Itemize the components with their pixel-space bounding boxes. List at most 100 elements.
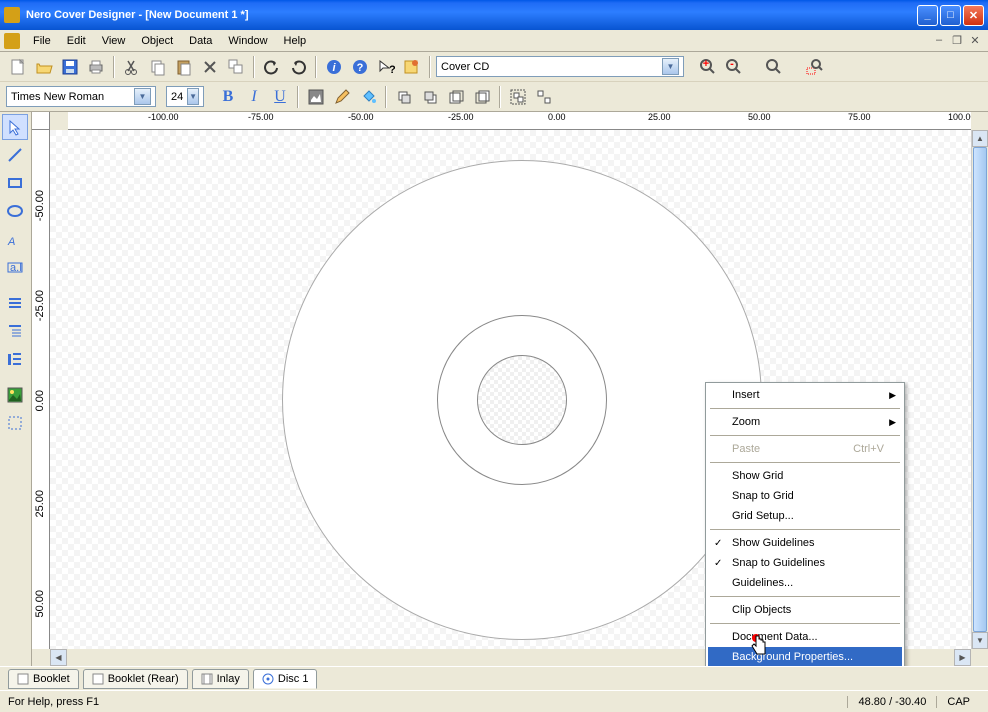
ruler-origin[interactable] xyxy=(32,112,50,130)
disc-center-hole xyxy=(477,355,567,445)
help-button[interactable]: ? xyxy=(348,55,372,79)
vertical-ruler[interactable]: -50.00 -25.00 0.00 25.00 50.00 xyxy=(32,130,50,649)
menu-edit[interactable]: Edit xyxy=(60,32,93,50)
disc-icon xyxy=(262,673,274,685)
directory-tool[interactable] xyxy=(2,318,28,344)
italic-button[interactable]: I xyxy=(242,85,266,109)
zoom-out-button[interactable]: - xyxy=(722,55,746,79)
dropdown-arrow-icon[interactable]: ▼ xyxy=(134,88,151,105)
scroll-left-button[interactable]: ◀ xyxy=(50,649,67,666)
image-tool-button[interactable] xyxy=(304,85,328,109)
ctx-document-data[interactable]: Document Data... xyxy=(708,627,902,647)
maximize-button[interactable]: □ xyxy=(940,5,961,26)
minimize-button[interactable]: _ xyxy=(917,5,938,26)
line-tool[interactable] xyxy=(2,142,28,168)
bring-front-button[interactable] xyxy=(392,85,416,109)
menu-window[interactable]: Window xyxy=(221,32,274,50)
mdi-restore[interactable]: ❐ xyxy=(950,34,964,47)
delete-button[interactable] xyxy=(198,55,222,79)
cover-button[interactable] xyxy=(400,55,424,79)
ungroup-button[interactable] xyxy=(532,85,556,109)
dropdown-arrow-icon[interactable]: ▼ xyxy=(662,58,679,75)
tab-booklet-rear[interactable]: Booklet (Rear) xyxy=(83,669,188,689)
svg-text:A: A xyxy=(7,236,15,248)
horizontal-ruler[interactable]: -100.00 -75.00 -50.00 -25.00 0.00 25.00 … xyxy=(68,112,971,130)
ctx-show-guidelines[interactable]: ✓Show Guidelines xyxy=(708,533,902,553)
duplicate-button[interactable] xyxy=(224,55,248,79)
cut-button[interactable] xyxy=(120,55,144,79)
field-tool[interactable] xyxy=(2,346,28,372)
submenu-arrow-icon: ▶ xyxy=(889,390,896,401)
paste-button[interactable] xyxy=(172,55,196,79)
underline-button[interactable]: U xyxy=(268,85,292,109)
image-insert-tool[interactable] xyxy=(2,382,28,408)
menubar: File Edit View Object Data Window Help xyxy=(26,32,932,50)
artistic-text-tool[interactable]: A xyxy=(2,226,28,252)
textbox-tool[interactable]: a.I xyxy=(2,254,28,280)
vertical-scrollbar[interactable]: ▲ ▼ xyxy=(971,130,988,649)
svg-text:-: - xyxy=(730,58,734,70)
mdi-minimize[interactable]: – xyxy=(932,34,946,47)
fontsize-combo[interactable]: 24 ▼ xyxy=(166,86,204,107)
menu-view[interactable]: View xyxy=(95,32,133,50)
send-back-button[interactable] xyxy=(418,85,442,109)
ctx-snap-grid[interactable]: Snap to Grid xyxy=(708,486,902,506)
ctx-zoom[interactable]: Zoom▶ xyxy=(708,412,902,432)
ctx-grid-setup[interactable]: Grid Setup... xyxy=(708,506,902,526)
scroll-thumb[interactable] xyxy=(973,147,987,632)
font-combo[interactable]: Times New Roman ▼ xyxy=(6,86,156,107)
close-button[interactable]: ✕ xyxy=(963,5,984,26)
pencil-button[interactable] xyxy=(330,85,354,109)
separator xyxy=(253,56,255,78)
title-text: Nero Cover Designer - [New Document 1 *] xyxy=(26,9,917,21)
scroll-right-button[interactable]: ▶ xyxy=(954,649,971,666)
bucket-button[interactable] xyxy=(356,85,380,109)
menu-help[interactable]: Help xyxy=(277,32,314,50)
tracklist-tool[interactable] xyxy=(2,290,28,316)
new-button[interactable] xyxy=(6,55,30,79)
ctx-guidelines[interactable]: Guidelines... xyxy=(708,573,902,593)
open-button[interactable] xyxy=(32,55,56,79)
redo-button[interactable] xyxy=(286,55,310,79)
group-button[interactable] xyxy=(506,85,530,109)
menu-file[interactable]: File xyxy=(26,32,58,50)
scroll-down-button[interactable]: ▼ xyxy=(972,632,988,649)
tool-tray: A a.I xyxy=(0,112,32,666)
marquee-tool[interactable] xyxy=(2,410,28,436)
pointer-tool[interactable] xyxy=(2,114,28,140)
save-button[interactable] xyxy=(58,55,82,79)
copy-button[interactable] xyxy=(146,55,170,79)
doctype-combo[interactable]: Cover CD ▼ xyxy=(436,56,684,77)
ctx-snap-guidelines[interactable]: ✓Snap to Guidelines xyxy=(708,553,902,573)
info-button[interactable]: i xyxy=(322,55,346,79)
ctx-separator xyxy=(710,529,900,530)
mdi-close[interactable]: ✕ xyxy=(968,34,982,47)
menu-data[interactable]: Data xyxy=(182,32,219,50)
dropdown-arrow-icon[interactable]: ▼ xyxy=(187,88,199,105)
tab-inlay[interactable]: Inlay xyxy=(192,669,249,689)
ctx-show-grid[interactable]: Show Grid xyxy=(708,466,902,486)
tab-booklet[interactable]: Booklet xyxy=(8,669,79,689)
ellipse-tool[interactable] xyxy=(2,198,28,224)
backward-one-button[interactable] xyxy=(470,85,494,109)
ctx-insert[interactable]: Insert▶ xyxy=(708,385,902,405)
bold-button[interactable]: B xyxy=(216,85,240,109)
undo-button[interactable] xyxy=(260,55,284,79)
whatsthis-button[interactable]: ? xyxy=(374,55,398,79)
ctx-background-properties[interactable]: Background Properties... xyxy=(708,647,902,666)
forward-one-button[interactable] xyxy=(444,85,468,109)
rectangle-tool[interactable] xyxy=(2,170,28,196)
menu-object[interactable]: Object xyxy=(134,32,180,50)
ctx-clip-objects[interactable]: Clip Objects xyxy=(708,600,902,620)
print-button[interactable] xyxy=(84,55,108,79)
separator xyxy=(315,56,317,78)
zoom-in-button[interactable]: + xyxy=(696,55,720,79)
zoom-fit-button[interactable] xyxy=(762,55,786,79)
doc-mdi-icon[interactable] xyxy=(4,33,20,49)
checkmark-icon: ✓ xyxy=(714,538,722,549)
zoom-region-button[interactable] xyxy=(802,55,826,79)
booklet-icon xyxy=(17,673,29,685)
checkmark-icon: ✓ xyxy=(714,558,722,569)
scroll-up-button[interactable]: ▲ xyxy=(972,130,988,147)
tab-disc1[interactable]: Disc 1 xyxy=(253,669,318,689)
